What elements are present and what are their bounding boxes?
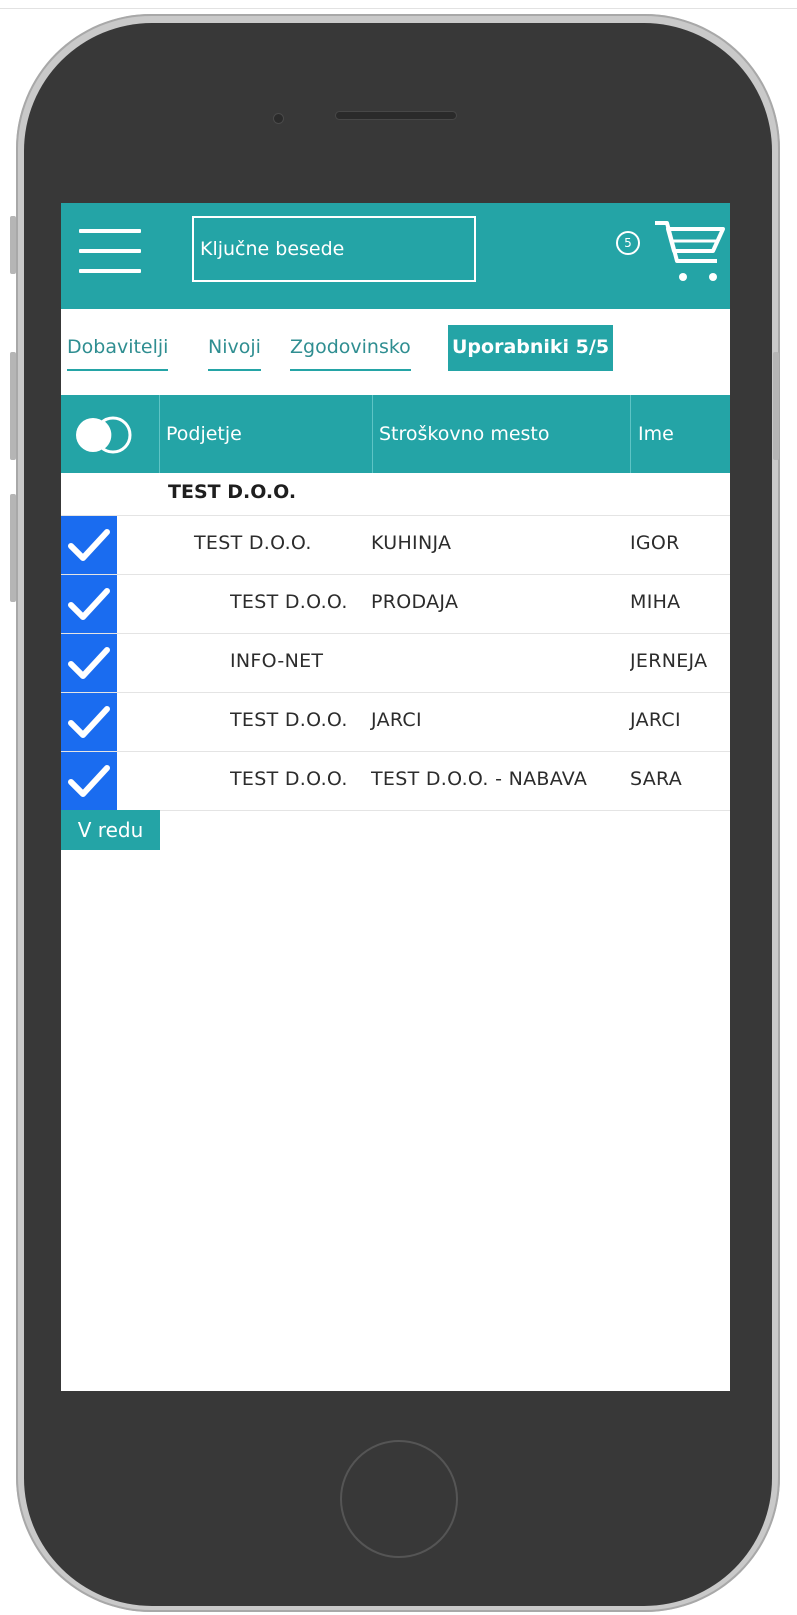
table-header: Podjetje Stroškovno mesto Ime	[61, 395, 730, 473]
cell-company: INFO-NET	[230, 650, 324, 672]
toggle-all-icon[interactable]	[71, 416, 147, 454]
menu-icon[interactable]	[79, 229, 141, 273]
cart-icon[interactable]	[653, 215, 727, 285]
cell-name: JERNEJA	[630, 650, 708, 672]
home-button[interactable]	[340, 1440, 458, 1558]
tab-history[interactable]: Zgodovinsko	[290, 325, 411, 371]
cell-company: TEST D.O.O.	[230, 768, 348, 790]
column-separator	[372, 395, 373, 473]
checkmark-icon	[68, 588, 110, 620]
row-checkbox[interactable]	[61, 693, 117, 751]
column-separator	[630, 395, 631, 473]
app-header: 5	[61, 203, 730, 309]
tab-users[interactable]: Uporabniki 5/5	[448, 325, 614, 371]
column-header-cost-center[interactable]: Stroškovno mesto	[379, 395, 550, 473]
cell-company: TEST D.O.O.	[230, 591, 348, 613]
column-header-company[interactable]: Podjetje	[166, 395, 242, 473]
checkmark-icon	[68, 706, 110, 738]
cell-company: TEST D.O.O.	[194, 532, 312, 554]
group-label: TEST D.O.O.	[168, 481, 297, 503]
cell-company: TEST D.O.O.	[230, 709, 348, 731]
phone-mute-switch	[10, 216, 16, 274]
table-row[interactable]: INFO-NET JERNEJA	[61, 634, 730, 693]
table-row[interactable]: TEST D.O.O. JARCI JARCI	[61, 693, 730, 752]
app-screen: 5 Dobavitelji Nivoji Zgodovinsko Uporabn…	[61, 203, 730, 1391]
front-camera	[274, 114, 283, 123]
table-row[interactable]: TEST D.O.O. KUHINJA IGOR	[61, 516, 730, 575]
phone-volume-down-button	[10, 494, 16, 602]
cell-name: IGOR	[630, 532, 680, 554]
row-checkbox[interactable]	[61, 516, 117, 574]
page-top-divider	[0, 8, 797, 9]
phone-speaker	[336, 112, 456, 119]
tab-levels[interactable]: Nivoji	[208, 325, 261, 371]
cell-name: SARA	[630, 768, 683, 790]
cell-name: JARCI	[630, 709, 681, 731]
phone-volume-up-button	[10, 352, 16, 460]
table-group-row: TEST D.O.O.	[61, 473, 730, 516]
cell-cost-center: JARCI	[371, 709, 422, 731]
row-checkbox[interactable]	[61, 575, 117, 633]
ok-button[interactable]: V redu	[61, 810, 160, 850]
row-checkbox[interactable]	[61, 752, 117, 810]
checkmark-icon	[68, 647, 110, 679]
phone-power-button	[773, 352, 779, 460]
cell-cost-center: PRODAJA	[371, 591, 459, 613]
checkmark-icon	[68, 765, 110, 797]
search-input[interactable]	[192, 216, 476, 282]
cart-count-badge: 5	[616, 231, 640, 255]
cell-name: MIHA	[630, 591, 681, 613]
cell-cost-center: TEST D.O.O. - NABAVA	[371, 768, 588, 790]
column-header-name[interactable]: Ime	[638, 395, 674, 473]
row-checkbox[interactable]	[61, 634, 117, 692]
column-separator	[159, 395, 160, 473]
table-row[interactable]: TEST D.O.O. PRODAJA MIHA	[61, 575, 730, 634]
checkmark-icon	[68, 529, 110, 561]
tab-suppliers[interactable]: Dobavitelji	[67, 325, 169, 371]
table-row[interactable]: TEST D.O.O. TEST D.O.O. - NABAVA SARA	[61, 752, 730, 811]
cell-cost-center: KUHINJA	[371, 532, 452, 554]
